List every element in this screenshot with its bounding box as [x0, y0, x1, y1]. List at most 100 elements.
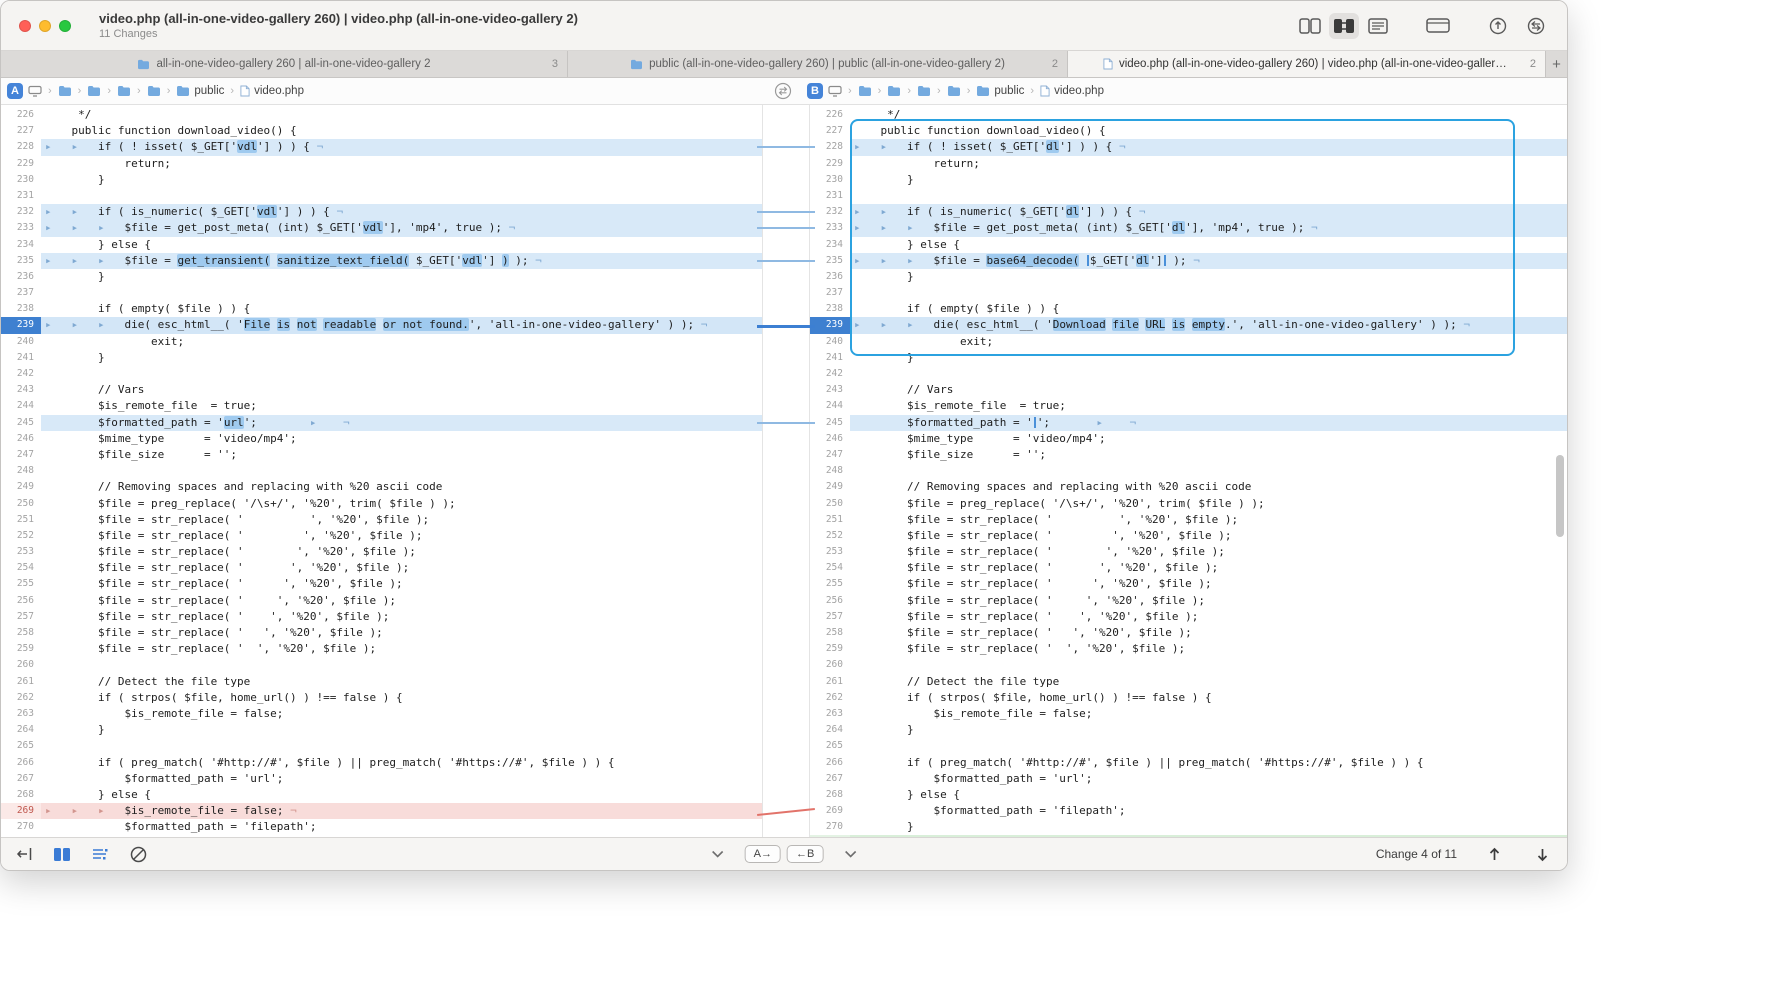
folder-icon[interactable] [117, 85, 131, 97]
code-line-b-236[interactable]: 236 } [810, 269, 1567, 285]
code-line-a-254[interactable]: 254 $file = str_replace( ' ', '%20', $fi… [1, 560, 762, 576]
code-line-a-235[interactable]: 235▸ ▸ ▸ $file = get_transient( sanitize… [1, 253, 762, 269]
code-line-a-267[interactable]: 267 $formatted_path = 'url'; [1, 771, 762, 787]
code-line-b-228[interactable]: 228▸ ▸ if ( ! isset( $_GET['dl'] ) ) { ¬ [810, 139, 1567, 155]
code-line-b-244[interactable]: 244 $is_remote_file = true; [810, 398, 1567, 414]
code-line-a-242[interactable]: 242 [1, 366, 762, 382]
code-line-b-252[interactable]: 252 $file = str_replace( ' ', '%20', $fi… [810, 528, 1567, 544]
code-line-a-256[interactable]: 256 $file = str_replace( ' ', '%20', $fi… [1, 593, 762, 609]
folder-icon[interactable] [947, 85, 961, 97]
code-line-b-260[interactable]: 260 [810, 657, 1567, 673]
code-line-b-251[interactable]: 251 $file = str_replace( ' ', '%20', $fi… [810, 512, 1567, 528]
context-toggle-icon[interactable] [13, 843, 35, 865]
copy-from-b-button[interactable]: ←B [787, 845, 823, 863]
previous-change-icon[interactable] [1483, 843, 1505, 865]
code-line-a-265[interactable]: 265 [1, 738, 762, 754]
code-line-b-227[interactable]: 227 public function download_video() { [810, 123, 1567, 139]
tab-folders-comparison[interactable]: all-in-one-video-gallery 260 | all-in-on… [1, 51, 568, 77]
folder-icon[interactable] [858, 85, 872, 97]
code-line-b-270[interactable]: 270 } [810, 819, 1567, 835]
code-line-a-233[interactable]: 233▸ ▸ ▸ $file = get_post_meta( (int) $_… [1, 220, 762, 236]
device-icon[interactable] [28, 85, 42, 97]
view-blocks-icon[interactable] [1295, 13, 1325, 39]
view-mode-columns-icon[interactable] [51, 843, 73, 865]
code-line-b-269[interactable]: 269 $formatted_path = 'filepath'; [810, 803, 1567, 819]
code-line-b-240[interactable]: 240 exit; [810, 334, 1567, 350]
code-line-b-242[interactable]: 242 [810, 366, 1567, 382]
tab-public-comparison[interactable]: public (all-in-one-video-gallery 260) | … [568, 51, 1068, 77]
chevron-down-icon[interactable] [707, 843, 729, 865]
code-line-a-228[interactable]: 228▸ ▸ if ( ! isset( $_GET['vdl'] ) ) { … [1, 139, 762, 155]
vertical-scrollbar-thumb[interactable] [1556, 455, 1564, 537]
code-line-b-247[interactable]: 247 $file_size = ''; [810, 447, 1567, 463]
change-connector-235[interactable] [757, 260, 815, 262]
code-line-a-269[interactable]: 269▸ ▸ ▸ $is_remote_file = false; ¬ [1, 803, 762, 819]
code-line-b-235[interactable]: 235▸ ▸ ▸ $file = base64_decode( $_GET['d… [810, 253, 1567, 269]
code-line-a-251[interactable]: 251 $file = str_replace( ' ', '%20', $fi… [1, 512, 762, 528]
code-line-a-258[interactable]: 258 $file = str_replace( ' ', '%20', $fi… [1, 625, 762, 641]
copy-from-a-button[interactable]: A→ [745, 845, 781, 863]
code-line-b-233[interactable]: 233▸ ▸ ▸ $file = get_post_meta( (int) $_… [810, 220, 1567, 236]
code-line-a-262[interactable]: 262 if ( strpos( $file, home_url() ) !==… [1, 690, 762, 706]
code-line-b-250[interactable]: 250 $file = preg_replace( '/\s+/', '%20'… [810, 496, 1567, 512]
code-line-b-253[interactable]: 253 $file = str_replace( ' ', '%20', $fi… [810, 544, 1567, 560]
code-line-a-247[interactable]: 247 $file_size = ''; [1, 447, 762, 463]
ignore-whitespace-icon[interactable] [127, 843, 149, 865]
code-line-b-246[interactable]: 246 $mime_type = 'video/mp4'; [810, 431, 1567, 447]
minimize-button[interactable] [39, 20, 51, 32]
code-line-a-270[interactable]: 270 $formatted_path = 'filepath'; [1, 819, 762, 835]
code-line-a-236[interactable]: 236 } [1, 269, 762, 285]
code-line-b-254[interactable]: 254 $file = str_replace( ' ', '%20', $fi… [810, 560, 1567, 576]
code-line-b-256[interactable]: 256 $file = str_replace( ' ', '%20', $fi… [810, 593, 1567, 609]
code-line-b-230[interactable]: 230 } [810, 172, 1567, 188]
code-line-a-231[interactable]: 231 [1, 188, 762, 204]
folder-icon[interactable] [917, 85, 931, 97]
code-line-b-234[interactable]: 234 } else { [810, 237, 1567, 253]
code-line-b-229[interactable]: 229 return; [810, 156, 1567, 172]
code-line-b-239[interactable]: 239▸ ▸ ▸ die( esc_html__( 'Download file… [810, 317, 1567, 333]
code-line-a-241[interactable]: 241 } [1, 350, 762, 366]
code-line-a-266[interactable]: 266 if ( preg_match( '#http://#', $file … [1, 755, 762, 771]
code-line-b-248[interactable]: 248 [810, 463, 1567, 479]
code-line-a-238[interactable]: 238 if ( empty( $file ) ) { [1, 301, 762, 317]
code-line-b-249[interactable]: 249 // Removing spaces and replacing wit… [810, 479, 1567, 495]
change-connector-233[interactable] [757, 227, 815, 229]
change-connector-239[interactable] [757, 325, 815, 328]
reader-layout-icon[interactable] [1423, 13, 1453, 39]
tab-video-php-comparison[interactable]: video.php (all-in-one-video-gallery 260)… [1068, 51, 1546, 77]
code-line-a-250[interactable]: 250 $file = preg_replace( '/\s+/', '%20'… [1, 496, 762, 512]
code-line-b-231[interactable]: 231 [810, 188, 1567, 204]
folder-icon[interactable] [58, 85, 72, 97]
code-line-a-257[interactable]: 257 $file = str_replace( ' ', '%20', $fi… [1, 609, 762, 625]
code-line-a-226[interactable]: 226 */ [1, 107, 762, 123]
code-line-a-252[interactable]: 252 $file = str_replace( ' ', '%20', $fi… [1, 528, 762, 544]
code-line-a-253[interactable]: 253 $file = str_replace( ' ', '%20', $fi… [1, 544, 762, 560]
code-line-a-234[interactable]: 234 } else { [1, 237, 762, 253]
code-line-b-258[interactable]: 258 $file = str_replace( ' ', '%20', $fi… [810, 625, 1567, 641]
change-connector-245[interactable] [757, 422, 815, 424]
code-line-b-265[interactable]: 265 [810, 738, 1567, 754]
code-line-a-237[interactable]: 237 [1, 285, 762, 301]
code-line-a-260[interactable]: 260 [1, 657, 762, 673]
code-line-a-255[interactable]: 255 $file = str_replace( ' ', '%20', $fi… [1, 576, 762, 592]
view-unified-icon[interactable] [1363, 13, 1393, 39]
new-comparison-icon[interactable] [1521, 13, 1551, 39]
code-line-a-240[interactable]: 240 exit; [1, 334, 762, 350]
code-line-a-248[interactable]: 248 [1, 463, 762, 479]
crumb-video-php-file[interactable]: video.php [1040, 85, 1104, 97]
code-line-b-266[interactable]: 266 if ( preg_match( '#http://#', $file … [810, 755, 1567, 771]
view-fluid-icon[interactable] [1329, 13, 1359, 39]
code-line-a-263[interactable]: 263 $is_remote_file = false; [1, 706, 762, 722]
change-connector-269[interactable] [757, 808, 815, 816]
code-line-b-263[interactable]: 263 $is_remote_file = false; [810, 706, 1567, 722]
code-line-a-230[interactable]: 230 } [1, 172, 762, 188]
code-line-b-267[interactable]: 267 $formatted_path = 'url'; [810, 771, 1567, 787]
code-line-b-243[interactable]: 243 // Vars [810, 382, 1567, 398]
code-line-a-245[interactable]: 245 $formatted_path = 'url'; ▸ ¬ [1, 415, 762, 431]
code-line-a-243[interactable]: 243 // Vars [1, 382, 762, 398]
code-line-a-259[interactable]: 259 $file = str_replace( ' ', '%20', $fi… [1, 641, 762, 657]
code-line-b-268[interactable]: 268 } else { [810, 787, 1567, 803]
crumb-video-php-file[interactable]: video.php [240, 85, 304, 97]
code-line-a-239[interactable]: 239▸ ▸ ▸ die( esc_html__( 'File is not r… [1, 317, 762, 333]
code-line-b-257[interactable]: 257 $file = str_replace( ' ', '%20', $fi… [810, 609, 1567, 625]
